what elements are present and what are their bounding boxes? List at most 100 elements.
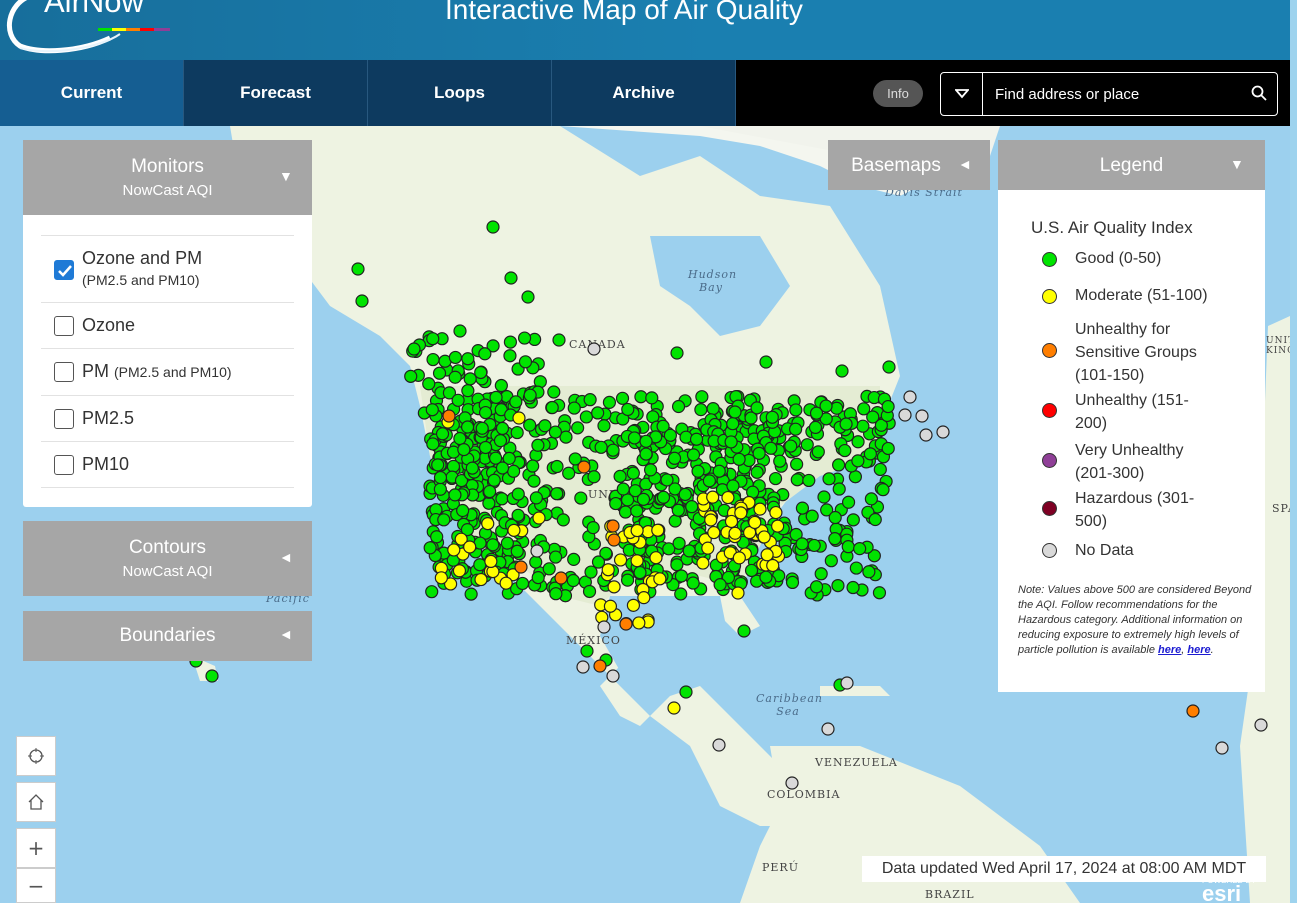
monitor-point[interactable] [728, 526, 742, 540]
monitor-point[interactable] [591, 406, 605, 420]
checkbox-ozone-pm[interactable] [54, 260, 74, 280]
monitor-point[interactable] [442, 409, 456, 423]
monitor-point[interactable] [530, 544, 544, 558]
note-link-2[interactable]: here [1187, 644, 1210, 656]
monitor-point[interactable] [857, 402, 871, 416]
monitor-point[interactable] [552, 333, 566, 347]
monitor-point[interactable] [474, 572, 488, 587]
monitor-point[interactable] [702, 474, 716, 488]
monitor-point[interactable] [632, 616, 646, 630]
monitor-point[interactable] [426, 332, 440, 346]
option-pm[interactable]: PM (PM2.5 and PM10) [41, 348, 294, 395]
monitor-point[interactable] [457, 443, 471, 457]
monitor-point[interactable] [645, 391, 659, 405]
monitor-point[interactable] [678, 487, 692, 502]
monitor-point[interactable] [882, 360, 896, 374]
monitor-point[interactable] [574, 491, 588, 505]
monitor-point[interactable] [807, 538, 821, 553]
monitor-point[interactable] [732, 551, 746, 565]
monitor-point[interactable] [549, 587, 563, 601]
monitor-point[interactable] [205, 669, 219, 683]
monitor-point[interactable] [757, 530, 771, 544]
monitor-point[interactable] [433, 482, 447, 496]
monitor-point[interactable] [426, 437, 440, 451]
monitor-point[interactable] [840, 676, 854, 690]
monitor-point[interactable] [784, 439, 798, 453]
monitor-point[interactable] [509, 395, 523, 409]
monitor-point[interactable] [750, 465, 764, 479]
monitor-point[interactable] [484, 554, 498, 568]
monitor-point[interactable] [651, 523, 665, 537]
contours-panel-header[interactable]: Contours NowCast AQI ◄ [23, 521, 312, 596]
monitor-point[interactable] [753, 502, 767, 516]
monitor-point[interactable] [838, 443, 852, 458]
monitor-point[interactable] [494, 378, 508, 393]
monitor-point[interactable] [841, 540, 855, 554]
checkbox-pm[interactable] [54, 362, 74, 382]
monitor-point[interactable] [587, 342, 601, 356]
monitor-point[interactable] [771, 519, 785, 533]
monitor-point[interactable] [679, 685, 693, 699]
monitor-point[interactable] [461, 352, 475, 366]
monitor-point[interactable] [841, 495, 856, 509]
monitor-point[interactable] [868, 512, 882, 527]
monitor-point[interactable] [499, 576, 513, 590]
monitor-point[interactable] [759, 355, 773, 369]
monitor-point[interactable] [523, 388, 537, 402]
monitor-point[interactable] [582, 584, 597, 599]
monitor-point[interactable] [571, 421, 585, 435]
search-icon[interactable] [1251, 85, 1267, 101]
monitor-point[interactable] [832, 482, 846, 496]
monitor-point[interactable] [430, 530, 444, 544]
monitor-point[interactable] [619, 617, 633, 631]
monitor-point[interactable] [630, 554, 644, 568]
tab-forecast[interactable]: Forecast [184, 60, 368, 126]
monitor-point[interactable] [670, 346, 684, 360]
monitor-point[interactable] [824, 554, 838, 568]
monitor-point[interactable] [529, 491, 543, 505]
monitor-point[interactable] [452, 564, 467, 578]
monitor-point[interactable] [597, 419, 611, 433]
monitor-point[interactable] [686, 576, 700, 590]
monitor-point[interactable] [487, 473, 501, 487]
monitor-point[interactable] [475, 421, 489, 435]
monitor-point[interactable] [821, 722, 835, 736]
monitor-point[interactable] [689, 432, 704, 446]
monitor-point[interactable] [489, 390, 503, 404]
monitor-point[interactable] [567, 552, 581, 566]
monitor-point[interactable] [752, 446, 766, 460]
tab-current[interactable]: Current [0, 60, 184, 126]
monitor-point[interactable] [602, 395, 617, 409]
monitor-point[interactable] [809, 580, 824, 594]
checkbox-pm25[interactable] [54, 409, 74, 429]
monitor-point[interactable] [532, 511, 546, 525]
monitor-point[interactable] [724, 514, 739, 529]
monitor-point[interactable] [562, 466, 576, 480]
monitor-point[interactable] [586, 521, 600, 535]
monitor-point[interactable] [482, 496, 496, 510]
monitor-point[interactable] [728, 405, 742, 419]
monitor-point[interactable] [876, 483, 890, 497]
monitor-point[interactable] [527, 474, 541, 488]
monitor-point[interactable] [465, 461, 479, 475]
info-button[interactable]: Info [873, 80, 923, 107]
monitor-point[interactable] [630, 504, 644, 518]
monitor-point[interactable] [432, 366, 447, 380]
monitor-point[interactable] [712, 738, 726, 752]
search-source-dropdown[interactable] [941, 73, 983, 115]
monitor-point[interactable] [422, 377, 436, 391]
monitor-point[interactable] [526, 459, 540, 473]
monitor-point[interactable] [721, 490, 735, 505]
monitor-point[interactable] [606, 669, 620, 683]
monitor-point[interactable] [696, 556, 710, 570]
monitor-point[interactable] [817, 490, 831, 504]
monitor-point[interactable] [785, 575, 800, 589]
monitor-point[interactable] [1215, 741, 1229, 755]
monitor-point[interactable] [426, 352, 440, 367]
monitor-point[interactable] [863, 447, 877, 461]
monitor-point[interactable] [682, 544, 696, 558]
monitor-point[interactable] [500, 536, 514, 550]
monitor-point[interactable] [903, 390, 917, 404]
monitor-point[interactable] [849, 561, 863, 575]
monitor-point[interactable] [613, 553, 628, 567]
